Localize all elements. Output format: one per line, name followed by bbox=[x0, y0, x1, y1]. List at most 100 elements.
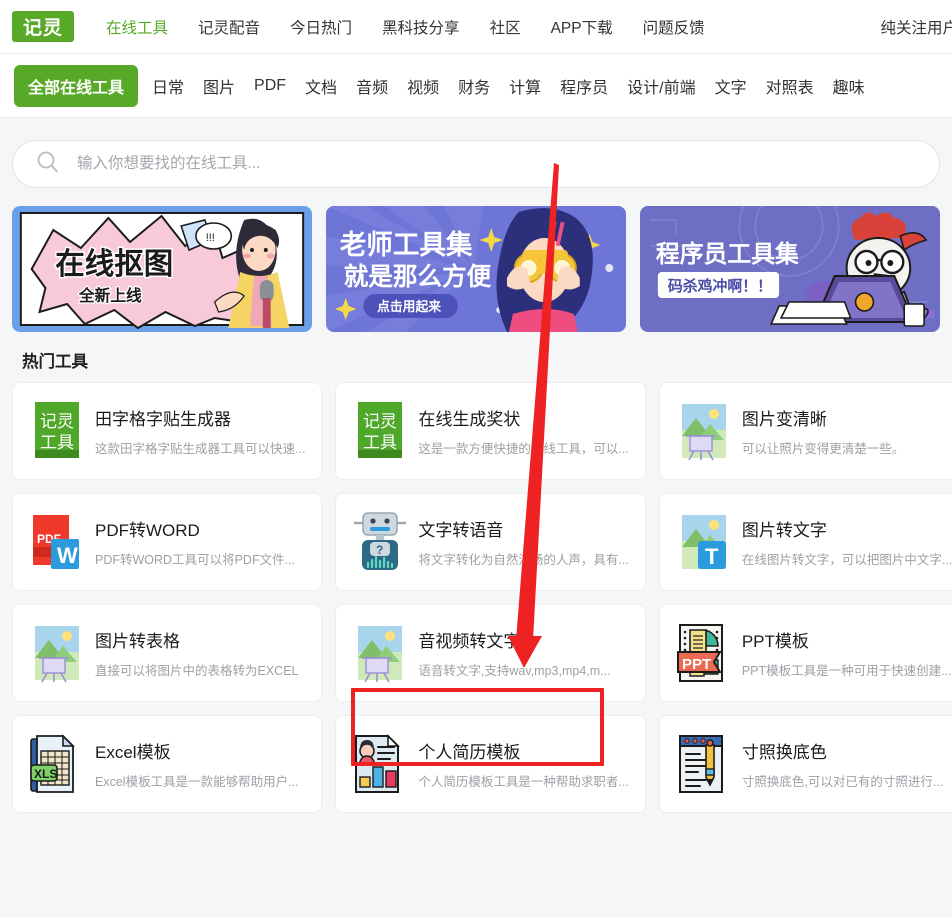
id-photo-icon bbox=[676, 733, 732, 795]
tool-desc: 将文字转化为自然流畅的人声，具有... bbox=[418, 553, 629, 567]
svg-text:在线抠图: 在线抠图 bbox=[55, 248, 173, 281]
jiling-tool-icon: 记灵 工具 bbox=[29, 400, 85, 462]
category-tab-finance[interactable]: 财务 bbox=[458, 74, 490, 98]
robot-voice-icon: ? bbox=[352, 511, 408, 573]
category-tab-fun[interactable]: 趣味 bbox=[833, 74, 865, 98]
tool-card-award-generator[interactable]: 记灵 工具 在线生成奖状 这是一款方便快捷的在线工具，可以... bbox=[335, 382, 646, 480]
tool-card-image-to-text[interactable]: T 图片转文字 在线图片转文字，可以把图片中文字... bbox=[658, 493, 952, 591]
nav-item-tech-share[interactable]: 黑科技分享 bbox=[382, 16, 460, 38]
tool-title: PDF转WORD bbox=[95, 521, 200, 540]
tool-title: 音视频转文字 bbox=[418, 632, 521, 651]
tool-card-ppt-template[interactable]: PPT PPT模板 PPT模板工具是一种可用于快速创建... bbox=[658, 604, 952, 702]
tool-text: 图片转表格 直接可以将图片中的表格转为EXCEL bbox=[95, 627, 299, 679]
tool-card-image-enhance[interactable]: 图片变清晰 可以让照片变得更清楚一些。 bbox=[658, 382, 952, 480]
nav-item-community[interactable]: 社区 bbox=[490, 16, 521, 38]
tool-desc: 直接可以将图片中的表格转为EXCEL bbox=[95, 664, 299, 678]
banner-carousel: 在线抠图 全新上线 !!! 老师工具集 就是那么方便 点击用起来 程序员工具集 … bbox=[12, 206, 940, 332]
tool-text: PPT模板 PPT模板工具是一种可用于快速创建... bbox=[742, 627, 952, 679]
svg-text:就是那么方便: 就是那么方便 bbox=[344, 262, 492, 291]
tool-desc: 可以让照片变得更清楚一些。 bbox=[741, 442, 905, 456]
tool-text: 图片变清晰 可以让照片变得更清楚一些。 bbox=[742, 405, 905, 457]
nav-item-dubbing[interactable]: 记灵配音 bbox=[198, 16, 260, 38]
category-tab-calculation[interactable]: 计算 bbox=[509, 74, 541, 98]
tool-title: 田字格字贴生成器 bbox=[95, 410, 231, 429]
svg-text:W: W bbox=[57, 543, 78, 568]
category-tab-programmer[interactable]: 程序员 bbox=[560, 74, 608, 98]
picture-easel-icon bbox=[352, 622, 408, 684]
search-input[interactable] bbox=[75, 154, 799, 174]
category-tab-audio[interactable]: 音频 bbox=[356, 74, 388, 98]
category-tab-all[interactable]: 全部在线工具 bbox=[14, 64, 139, 107]
search-section bbox=[12, 118, 940, 188]
category-tab-daily[interactable]: 日常 bbox=[152, 74, 184, 98]
category-tab-design-frontend[interactable]: 设计/前端 bbox=[627, 74, 695, 98]
picture-text-icon: T bbox=[676, 511, 732, 573]
category-tab-video[interactable]: 视频 bbox=[407, 74, 439, 98]
svg-text:程序员工具集: 程序员工具集 bbox=[656, 240, 799, 268]
tool-title: 在线生成奖状 bbox=[418, 410, 521, 429]
tool-title: 图片转文字 bbox=[741, 521, 827, 540]
nav-item-feedback[interactable]: 问题反馈 bbox=[643, 16, 705, 38]
nav-item-online-tools[interactable]: 在线工具 bbox=[106, 16, 168, 38]
tool-title: Excel模板 bbox=[95, 743, 171, 762]
tool-desc: 这款田字格字贴生成器工具可以快速... bbox=[95, 442, 306, 456]
site-header: 记灵 在线工具 记灵配音 今日热门 黑科技分享 社区 APP下载 问题反馈 纯关… bbox=[0, 0, 952, 54]
category-tab-comparison-table[interactable]: 对照表 bbox=[766, 74, 814, 98]
banner-teacher-tools[interactable]: 老师工具集 就是那么方便 点击用起来 bbox=[326, 206, 626, 332]
svg-text:记灵: 记灵 bbox=[363, 412, 397, 431]
search-icon bbox=[35, 149, 61, 180]
svg-text:工具: 工具 bbox=[363, 433, 397, 452]
section-title-hot-tools: 热门工具 bbox=[22, 353, 88, 371]
excel-template-icon: XLS bbox=[29, 733, 85, 795]
tool-title: 图片变清晰 bbox=[741, 410, 827, 429]
tool-card-excel-template[interactable]: XLS Excel模板 Excel模板工具是一款能够帮助用户... bbox=[12, 715, 323, 813]
main-nav: 在线工具 记灵配音 今日热门 黑科技分享 社区 APP下载 问题反馈 bbox=[106, 16, 735, 38]
tool-title: 寸照换底色 bbox=[741, 743, 827, 762]
tool-desc: PPT模板工具是一种可用于快速创建... bbox=[741, 664, 952, 678]
tool-text: 音视频转文字 语音转文字,支持wav,mp3,mp4,m... bbox=[418, 627, 610, 679]
tool-title: 图片转表格 bbox=[95, 632, 180, 651]
banner-programmer-tools[interactable]: 程序员工具集 码杀鸡冲啊！！ bbox=[640, 206, 940, 332]
tool-card-image-to-table[interactable]: 图片转表格 直接可以将图片中的表格转为EXCEL bbox=[12, 604, 323, 702]
user-account-label[interactable]: 纯关注用户 bbox=[880, 16, 952, 38]
picture-easel-icon bbox=[29, 622, 85, 684]
nav-item-today-hot[interactable]: 今日热门 bbox=[290, 16, 352, 38]
site-logo[interactable]: 记灵 bbox=[12, 11, 74, 42]
svg-text:码杀鸡冲啊！！: 码杀鸡冲啊！！ bbox=[668, 277, 772, 295]
tool-title: 文字转语音 bbox=[418, 521, 504, 540]
jiling-tool-icon: 记灵 工具 bbox=[352, 400, 408, 462]
picture-easel-icon bbox=[676, 400, 732, 462]
svg-text:PPT: PPT bbox=[682, 656, 711, 673]
tool-desc: 语音转文字,支持wav,mp3,mp4,m... bbox=[418, 664, 611, 678]
tool-text: 图片转文字 在线图片转文字，可以把图片中文字... bbox=[742, 516, 952, 568]
tool-text: 在线生成奖状 这是一款方便快捷的在线工具，可以... bbox=[418, 405, 628, 457]
category-tab-text[interactable]: 文字 bbox=[715, 74, 747, 98]
tool-desc: 寸照换底色,可以对已有的寸照进行... bbox=[741, 775, 944, 789]
category-tab-bar: 全部在线工具 日常 图片 PDF 文档 音频 视频 财务 计算 程序员 设计/前… bbox=[0, 54, 952, 118]
category-tab-pdf[interactable]: PDF bbox=[254, 77, 286, 95]
category-tab-document[interactable]: 文档 bbox=[305, 74, 337, 98]
tool-desc: Excel模板工具是一款能够帮助用户... bbox=[95, 775, 299, 789]
tool-card-id-photo-bg[interactable]: 寸照换底色 寸照换底色,可以对已有的寸照进行... bbox=[658, 715, 952, 813]
tool-desc: 这是一款方便快捷的在线工具，可以... bbox=[418, 442, 629, 456]
category-tab-image[interactable]: 图片 bbox=[203, 74, 235, 98]
banner-online-cutout[interactable]: 在线抠图 全新上线 !!! bbox=[12, 206, 312, 332]
svg-text:工具: 工具 bbox=[40, 433, 74, 452]
tool-desc: 个人简历模板工具是一种帮助求职者... bbox=[418, 775, 629, 789]
tool-desc: 在线图片转文字，可以把图片中文字... bbox=[741, 553, 952, 567]
svg-text:点击用起来: 点击用起来 bbox=[377, 299, 441, 314]
tool-text: 田字格字贴生成器 这款田字格字贴生成器工具可以快速... bbox=[95, 405, 305, 457]
tool-text: 寸照换底色 寸照换底色,可以对已有的寸照进行... bbox=[742, 738, 943, 790]
tool-card-text-to-speech[interactable]: ? 文字转语音 将文字转化为自然流畅的人声，具有... bbox=[335, 493, 646, 591]
svg-text:!!!: !!! bbox=[206, 232, 215, 244]
svg-text:XLS: XLS bbox=[34, 767, 57, 781]
svg-text:?: ? bbox=[376, 543, 383, 557]
svg-text:老师工具集: 老师工具集 bbox=[340, 229, 473, 260]
ppt-template-icon: PPT bbox=[676, 622, 732, 684]
tool-card-pdf-to-word[interactable]: PDF W PDF转WORD PDF转WORD工具可以将PDF文件... bbox=[12, 493, 323, 591]
nav-item-app-download[interactable]: APP下载 bbox=[551, 16, 613, 38]
tool-card-tianzige[interactable]: 记灵 工具 田字格字贴生成器 这款田字格字贴生成器工具可以快速... bbox=[12, 382, 323, 480]
pdf-to-word-icon: PDF W bbox=[29, 511, 85, 573]
search-box[interactable] bbox=[12, 140, 940, 188]
header-right: 纯关注用户 bbox=[880, 0, 952, 54]
